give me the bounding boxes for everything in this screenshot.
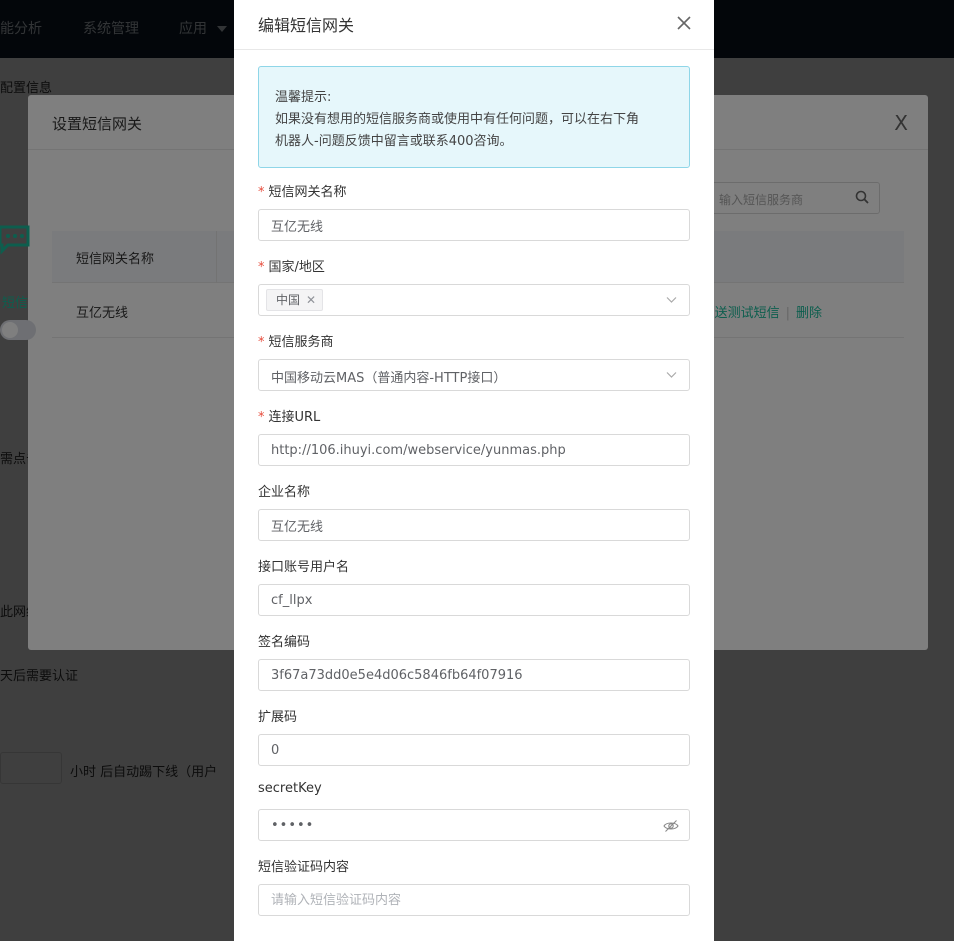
company-input[interactable] [259, 510, 689, 540]
dialog-header: 编辑短信网关 [234, 0, 714, 50]
sms-content-field [258, 884, 690, 916]
sign-code-label: 签名编码 [258, 635, 311, 650]
url-label: * 连接URL [258, 406, 320, 425]
username-label: 接口账号用户名 [258, 560, 350, 575]
edit-gateway-dialog: 编辑短信网关 温馨提示: 如果没有想用的短信服务商或使用中有任何问题，可以在右下… [234, 0, 714, 941]
gateway-name-field [258, 209, 690, 241]
company-field [258, 509, 690, 541]
username-field [258, 584, 690, 616]
url-field [258, 434, 690, 466]
gateway-name-input[interactable] [259, 210, 689, 240]
tag-close-icon[interactable]: ✕ [306, 293, 316, 307]
tip-line-2: 机器人-问题反馈中留言或联系400咨询。 [275, 134, 513, 149]
ext-code-label: 扩展码 [258, 710, 298, 725]
tip-heading: 温馨提示: [275, 90, 332, 105]
sign-code-input[interactable] [259, 660, 689, 690]
provider-selected-value: 中国移动云MAS（普通内容-HTTP接口） [271, 371, 507, 386]
provider-select[interactable]: 中国移动云MAS（普通内容-HTTP接口） [258, 359, 690, 391]
country-tag: 中国 ✕ [266, 289, 324, 311]
close-icon[interactable] [672, 11, 696, 35]
url-input[interactable] [259, 435, 689, 465]
username-input[interactable] [259, 585, 689, 615]
dialog-title: 编辑短信网关 [258, 16, 355, 35]
company-label: 企业名称 [258, 485, 311, 500]
provider-label: * 短信服务商 [258, 331, 334, 350]
country-label: * 国家/地区 [258, 256, 325, 275]
provider-label-text: 短信服务商 [268, 335, 334, 350]
tip-line-1: 如果没有想用的短信服务商或使用中有任何问题，可以在右下角 [275, 112, 640, 127]
url-label-text: 连接URL [268, 410, 321, 425]
required-mark: * [258, 335, 265, 350]
gateway-name-label-text: 短信网关名称 [268, 185, 347, 200]
country-tag-label: 中国 [276, 293, 301, 307]
secret-key-input[interactable] [259, 810, 689, 840]
sms-content-input[interactable] [259, 885, 689, 915]
gateway-name-label: * 短信网关名称 [258, 181, 347, 200]
country-label-text: 国家/地区 [268, 260, 325, 275]
tip-box: 温馨提示: 如果没有想用的短信服务商或使用中有任何问题，可以在右下角 机器人-问… [258, 66, 690, 168]
required-mark: * [258, 260, 265, 275]
ext-code-input[interactable] [259, 735, 689, 765]
chevron-down-icon [666, 297, 677, 303]
secret-key-field [258, 809, 690, 841]
country-select[interactable]: 中国 ✕ [258, 284, 690, 316]
sms-content-label: 短信验证码内容 [258, 860, 350, 875]
ext-code-field [258, 734, 690, 766]
required-mark: * [258, 185, 265, 200]
secret-key-label: secretKey [258, 781, 322, 796]
chevron-down-icon [666, 372, 677, 378]
eye-off-icon[interactable] [663, 818, 679, 834]
required-mark: * [258, 410, 265, 425]
sign-code-field [258, 659, 690, 691]
